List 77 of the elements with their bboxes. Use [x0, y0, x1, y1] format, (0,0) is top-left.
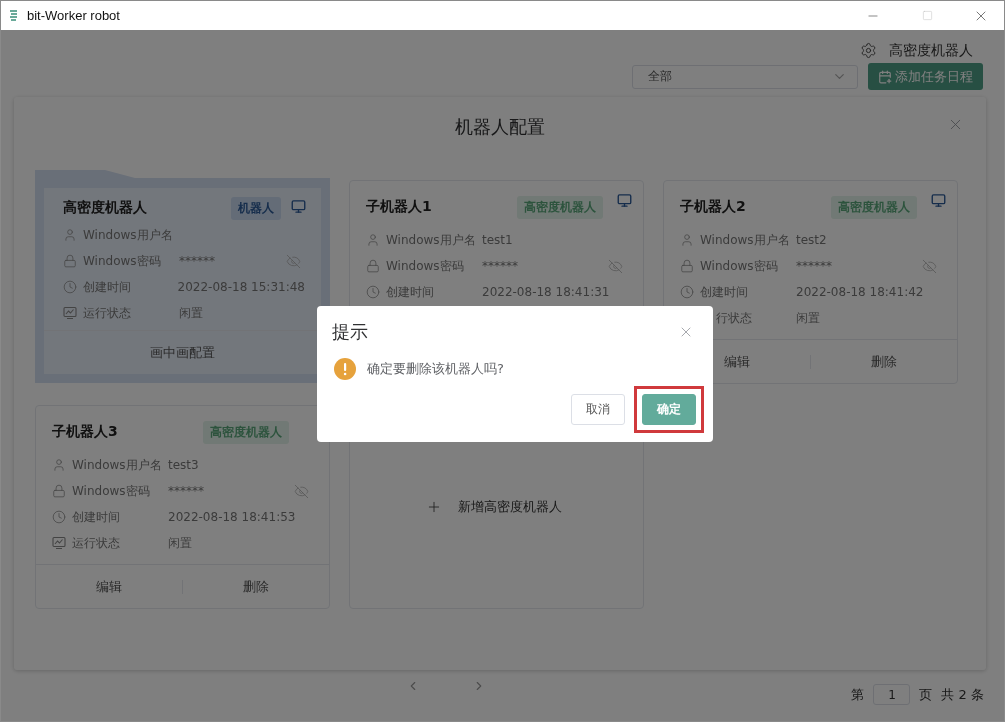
field-label: 运行状态 — [72, 534, 121, 552]
clock-icon — [52, 510, 66, 524]
lock-icon — [52, 484, 66, 498]
lock-icon — [63, 254, 77, 268]
warning-icon — [334, 358, 356, 380]
user-name[interactable]: 高密度机器人 — [889, 41, 973, 60]
card-action-button[interactable]: 删除 — [811, 351, 957, 372]
modal-title: 机器人配置 — [455, 115, 545, 139]
page-label: 页 — [919, 685, 933, 704]
dialog-message: 确定要删除该机器人吗? — [367, 360, 504, 378]
confirm-button[interactable]: 确定 — [642, 394, 696, 425]
robot-type-tag: 高密度机器人 — [831, 195, 917, 219]
field-value: ****** — [482, 259, 519, 273]
user-icon — [680, 233, 694, 247]
field-value: 2022-08-18 18:41:42 — [796, 285, 925, 299]
card-action-button[interactable]: 编辑 — [664, 351, 810, 372]
robot-name: 子机器人3 — [52, 423, 119, 441]
field-label: 行状态 — [715, 309, 753, 327]
field-label: Windows密码 — [700, 257, 779, 275]
field-value: 2022-08-18 18:41:53 — [168, 510, 297, 524]
card-action-button[interactable]: 编辑 — [36, 576, 182, 597]
field-label: Windows用户名 — [72, 456, 163, 474]
eye-off-icon[interactable] — [608, 258, 623, 274]
field-label: Windows用户名 — [386, 231, 477, 249]
monitor-chart-icon — [52, 536, 66, 550]
maximize-icon[interactable] — [921, 10, 933, 21]
field-label: Windows密码 — [72, 482, 151, 500]
field-label: Windows密码 — [386, 257, 465, 275]
page-label: 第 — [851, 685, 865, 704]
user-icon — [52, 458, 66, 472]
eye-off-icon[interactable] — [294, 483, 309, 499]
robot-name: 高密度机器人 — [63, 199, 148, 217]
user-icon — [366, 233, 380, 247]
field-value: test1 — [482, 233, 514, 247]
field-value: 2022-08-18 15:31:48 — [177, 280, 305, 294]
page-input[interactable]: 1 — [873, 684, 911, 705]
monitor-icon[interactable] — [617, 193, 632, 208]
monitor-chart-icon — [63, 306, 77, 320]
filter-select[interactable]: 全部 — [632, 64, 858, 89]
card-action-button[interactable]: 删除 — [183, 576, 329, 597]
field-label: Windows密码 — [83, 252, 162, 270]
monitor-icon[interactable] — [931, 193, 946, 208]
robot-type-tag: 高密度机器人 — [517, 195, 603, 219]
calendar-plus-icon — [878, 69, 892, 84]
robot-type-tag: 机器人 — [231, 196, 281, 220]
eye-off-icon[interactable] — [286, 253, 301, 269]
user-icon — [63, 228, 77, 242]
field-label: 运行状态 — [83, 304, 132, 322]
clock-icon — [63, 280, 77, 294]
cancel-button[interactable]: 取消 — [571, 394, 625, 425]
lock-icon — [680, 259, 694, 273]
eye-off-icon[interactable] — [922, 258, 937, 274]
robot-name: 子机器人2 — [680, 198, 747, 216]
clock-icon — [366, 285, 380, 299]
field-value: 2022-08-18 18:41:31 — [482, 285, 611, 299]
total-count: 共 2 条 — [941, 685, 984, 704]
app-icon — [9, 8, 19, 23]
field-value: ****** — [179, 254, 216, 268]
robot-name: 子机器人1 — [366, 198, 433, 216]
monitor-icon[interactable] — [291, 199, 306, 214]
settings-icon[interactable] — [860, 42, 877, 59]
field-label: 创建时间 — [72, 508, 121, 526]
field-label: Windows用户名 — [700, 231, 791, 249]
field-label: 创建时间 — [82, 278, 132, 296]
clock-icon — [680, 285, 694, 299]
window-title: bit-Worker robot — [27, 8, 121, 23]
field-label: Windows用户名 — [83, 226, 174, 244]
robot-type-tag: 高密度机器人 — [203, 420, 289, 444]
field-value: ****** — [796, 259, 833, 273]
field-value: ****** — [168, 484, 205, 498]
add-schedule-button[interactable]: 添加任务日程 — [868, 63, 983, 90]
field-label: 创建时间 — [386, 283, 435, 301]
lock-icon — [366, 259, 380, 273]
card-action-button[interactable]: 画中画配置 — [44, 342, 321, 363]
field-value: test2 — [796, 233, 828, 247]
field-value: test3 — [168, 458, 200, 472]
field-label: 创建时间 — [700, 283, 749, 301]
